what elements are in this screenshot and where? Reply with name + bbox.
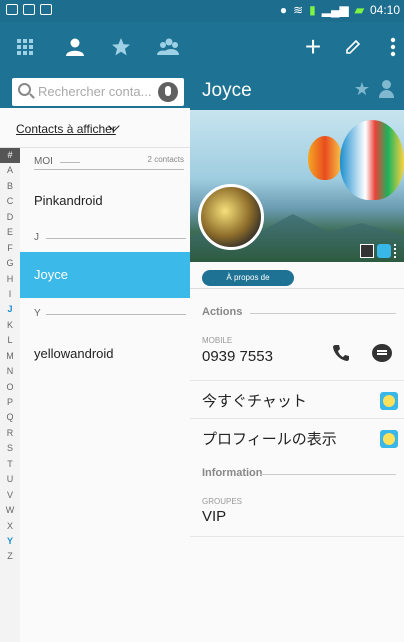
groups-icon[interactable] <box>155 34 181 60</box>
filter-label[interactable]: Contacts à afficher <box>16 122 116 136</box>
contacts-count: 2 contacts <box>147 155 184 164</box>
notification-icon <box>6 4 18 15</box>
gallery-icon <box>23 4 35 15</box>
battery-icon: ▰ <box>354 3 364 17</box>
actions-header: Actions <box>202 306 243 318</box>
avatar[interactable] <box>198 184 264 250</box>
list-item[interactable]: Pinkandroid <box>20 184 190 216</box>
person-settings-icon[interactable] <box>378 80 396 98</box>
alphabet-letter[interactable]: R <box>0 426 20 441</box>
contact-name: Joyce <box>34 267 68 282</box>
chat-app-icon[interactable] <box>380 430 398 448</box>
alphabet-letter[interactable]: A <box>0 163 20 178</box>
status-time: 04:10 <box>369 3 400 17</box>
alphabet-letter[interactable]: Z <box>0 549 20 564</box>
list-item-selected[interactable]: Joyce <box>20 252 190 298</box>
alphabet-letter[interactable]: W <box>0 503 20 518</box>
alphabet-letter[interactable]: Q <box>0 410 20 425</box>
location-icon: ● <box>279 3 288 17</box>
phone-device-icon <box>360 244 374 258</box>
mic-icon[interactable] <box>158 82 178 102</box>
signal-bars-icon: ▂▄▆ <box>321 3 349 17</box>
contact-list: MOI 2 contacts Pinkandroid J Joyce Y yel… <box>20 148 190 642</box>
contact-name: yellowandroid <box>34 346 114 361</box>
alphabet-letter[interactable]: # <box>0 148 20 164</box>
alphabet-letter[interactable]: H <box>0 272 20 287</box>
favorite-star-icon[interactable]: ★ <box>354 79 370 100</box>
groups-label: GROUPES <box>202 497 243 506</box>
section-header-moi: MOI <box>34 156 53 167</box>
tab-about[interactable]: À propos de <box>202 270 294 286</box>
photo-icon <box>40 4 52 15</box>
alphabet-letter[interactable]: C <box>0 194 20 209</box>
contact-title: Joyce <box>202 80 252 101</box>
alphabet-letter[interactable]: T <box>0 457 20 472</box>
search-input[interactable]: Rechercher conta... <box>12 78 184 106</box>
alphabet-letter[interactable]: N <box>0 364 20 379</box>
chat-now-link[interactable]: 今すぐチャット <box>202 390 307 411</box>
groups-value: VIP <box>202 508 227 525</box>
alphabet-letter[interactable]: O <box>0 380 20 395</box>
alphabet-letter[interactable]: X <box>0 519 20 534</box>
alphabet-letter[interactable]: S <box>0 441 20 456</box>
edit-icon[interactable] <box>340 34 366 60</box>
alphabet-letter[interactable]: V <box>0 488 20 503</box>
message-icon[interactable] <box>372 344 392 362</box>
balloon-image <box>308 136 342 180</box>
contact-name: Pinkandroid <box>34 193 103 208</box>
search-placeholder: Rechercher conta... <box>38 84 152 99</box>
search-icon <box>18 83 31 96</box>
balloon-image <box>340 120 404 200</box>
contacts-icon[interactable] <box>62 34 88 60</box>
information-header: Information <box>202 467 263 479</box>
mobile-label: MOBILE <box>202 336 233 345</box>
alphabet-letter[interactable]: P <box>0 395 20 410</box>
mobile-number[interactable]: 0939 7553 <box>202 348 273 365</box>
alphabet-letter[interactable]: M <box>0 349 20 364</box>
contact-detail: Joyce ★ À propos de Actions MOBILE 0939 … <box>190 72 404 642</box>
add-icon[interactable]: + <box>300 33 326 61</box>
more-icon[interactable] <box>394 244 402 258</box>
list-item[interactable]: yellowandroid <box>20 338 190 370</box>
alphabet-letter[interactable]: I <box>0 287 20 302</box>
alphabet-letter[interactable]: B <box>0 179 20 194</box>
alphabet-letter[interactable]: G <box>0 256 20 271</box>
chat-app-icon[interactable] <box>380 392 398 410</box>
status-bar: ● ≋ ▮ ▂▄▆ ▰ 04:10 <box>0 0 404 22</box>
dialpad-icon[interactable] <box>12 34 38 60</box>
contacts-filter[interactable]: Contacts à afficher <box>0 108 190 148</box>
favorites-icon[interactable] <box>108 34 134 60</box>
alphabet-letter[interactable]: Y <box>0 534 20 549</box>
chat-app-icon <box>377 244 391 258</box>
wifi-icon: ≋ <box>293 3 304 17</box>
cover-photo <box>190 110 404 262</box>
detail-header: Joyce ★ <box>190 72 404 110</box>
phone-icon[interactable] <box>332 344 350 362</box>
section-header-j: J <box>34 232 39 243</box>
alphabet-letter[interactable]: L <box>0 333 20 348</box>
top-toolbar: + <box>0 22 404 72</box>
view-profile-link[interactable]: プロフィールの表示 <box>202 428 337 449</box>
alphabet-letter[interactable]: U <box>0 472 20 487</box>
alphabet-letter[interactable]: D <box>0 210 20 225</box>
signal-icon: ▮ <box>309 3 316 17</box>
section-header-y: Y <box>34 308 41 319</box>
alphabet-letter[interactable]: K <box>0 318 20 333</box>
more-icon[interactable] <box>380 34 404 60</box>
alphabet-letter[interactable]: J <box>0 302 20 317</box>
alphabet-letter[interactable]: F <box>0 241 20 256</box>
alphabet-letter[interactable]: E <box>0 225 20 240</box>
alphabet-index[interactable]: # A B C D E F G H I J K L M N O P Q R S T U V W X Y Z <box>0 148 20 642</box>
